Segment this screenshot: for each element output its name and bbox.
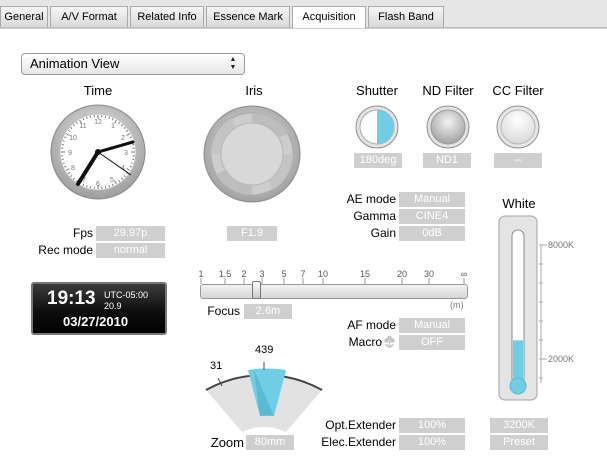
svg-text:1: 1 <box>111 123 115 130</box>
chevron-updown-icon: ▲ ▼ <box>229 56 237 71</box>
tab-flash-band[interactable]: Flash Band <box>368 6 444 27</box>
zoom-label: Zoom <box>210 435 244 450</box>
timecode-time: 19:13 <box>47 288 96 309</box>
timecode-seconds: 20.9 <box>104 301 122 311</box>
shutter-label: Shutter <box>356 83 398 98</box>
focus-slider-track[interactable] <box>200 284 468 299</box>
zoom-max-label: 439 <box>255 344 274 356</box>
focus-value: 2.6m <box>244 304 292 319</box>
tab-essence-mark[interactable]: Essence Mark <box>206 6 290 27</box>
af-mode-label: AF mode <box>347 318 396 332</box>
gain-label: Gain <box>370 226 396 240</box>
tab-av-format[interactable]: A/V Format <box>50 6 128 27</box>
svg-text:5: 5 <box>110 177 114 184</box>
opt-extender-value: 100% <box>399 418 465 433</box>
cc-filter-label: CC Filter <box>492 83 544 98</box>
white-tick-high: 8000K <box>548 240 575 250</box>
elec-extender-label: Elec.Extender <box>321 435 396 449</box>
nd-filter-label: ND Filter <box>422 83 474 98</box>
focus-slider-thumb[interactable] <box>252 281 261 299</box>
cc-filter-value: -- <box>494 153 542 168</box>
white-value: 3200K <box>490 418 548 433</box>
timecode-display: 19:13 UTC-05:00 20.9 03/27/2010 <box>31 282 167 335</box>
af-mode-value: Manual <box>399 318 465 333</box>
fps-label: Fps <box>72 226 93 240</box>
white-label: White <box>502 196 536 211</box>
analog-clock-icon: 12369 1245 781011 <box>50 104 146 200</box>
macro-value: OFF <box>399 335 465 350</box>
timecode-utc: UTC-05:00 <box>104 290 149 300</box>
gamma-label: Gamma <box>353 209 396 223</box>
tab-related-info[interactable]: Related Info <box>130 6 204 27</box>
tab-general[interactable]: General <box>0 6 48 27</box>
nd-filter-icon <box>426 105 470 149</box>
tab-bar: General A/V Format Related Info Essence … <box>0 0 607 28</box>
white-tick-low: 2000K <box>548 354 575 364</box>
svg-text:12: 12 <box>94 119 102 126</box>
gamma-value: CINE4 <box>399 209 465 224</box>
svg-text:9: 9 <box>68 150 72 157</box>
shutter-icon <box>355 105 399 149</box>
timecode-date: 03/27/2010 <box>63 314 129 329</box>
iris-aperture-icon <box>203 105 301 203</box>
cc-filter-icon <box>496 105 540 149</box>
elec-extender-value: 100% <box>399 435 465 450</box>
view-select-value: Animation View <box>30 56 120 71</box>
macro-flower-icon <box>384 335 395 348</box>
iris-value: F1.9 <box>227 226 277 241</box>
nd-filter-value: ND1 <box>423 153 471 168</box>
rec-mode-label: Rec mode <box>38 243 93 257</box>
opt-extender-label: Opt.Extender <box>325 418 396 432</box>
rec-mode-value: normal <box>96 243 165 258</box>
svg-text:11: 11 <box>79 123 86 130</box>
shutter-value: 180deg <box>354 153 402 168</box>
iris-label: Iris <box>245 83 263 98</box>
tab-acquisition[interactable]: Acquisition <box>292 6 366 28</box>
focus-label: Focus <box>207 304 240 318</box>
svg-text:2: 2 <box>121 135 125 142</box>
ae-mode-label: AE mode <box>346 192 396 206</box>
gain-value: 0dB <box>399 226 465 241</box>
ae-mode-value: Manual <box>399 192 465 207</box>
white-mode-value: Preset <box>490 435 548 450</box>
focus-unit: (m) <box>450 300 464 310</box>
macro-label: Macro <box>348 335 382 349</box>
time-label: Time <box>83 83 113 98</box>
svg-text:8: 8 <box>71 165 75 172</box>
svg-text:6: 6 <box>96 181 100 188</box>
svg-text:3: 3 <box>124 150 128 157</box>
view-select[interactable]: Animation View ▲ ▼ <box>21 53 245 75</box>
svg-text:10: 10 <box>69 135 77 142</box>
fps-value: 29.97p <box>96 226 165 241</box>
zoom-value: 80mm <box>246 435 294 450</box>
